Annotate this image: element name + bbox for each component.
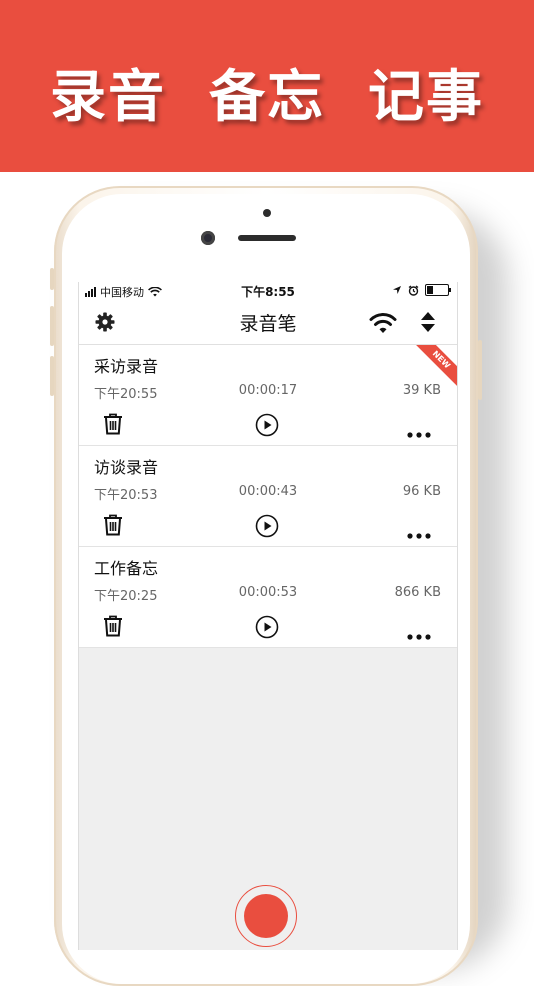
battery-icon: [425, 284, 451, 296]
play-icon: [255, 615, 279, 639]
recording-size: 866 KB: [394, 585, 441, 600]
app-screen: 中国移动 下午8:55 录音笔 采访录音 下午20:55 00:00:17 39…: [78, 282, 458, 950]
location-icon: [393, 286, 401, 294]
wifi-transfer-button[interactable]: [369, 312, 397, 338]
power-button: [478, 340, 482, 400]
recording-duration: 00:00:43: [238, 484, 298, 499]
list-item[interactable]: 采访录音 下午20:55 00:00:17 39 KB NEW: [79, 345, 457, 446]
play-button[interactable]: [255, 615, 279, 643]
wifi-icon: [369, 313, 397, 333]
more-icon: [407, 533, 431, 539]
front-camera: [201, 231, 215, 245]
more-button[interactable]: [407, 423, 431, 442]
trash-icon: [104, 514, 122, 536]
trash-icon: [104, 615, 122, 637]
play-icon: [255, 514, 279, 538]
play-button[interactable]: [255, 514, 279, 542]
volume-up-button: [50, 306, 54, 346]
record-button[interactable]: [244, 894, 288, 938]
play-button[interactable]: [255, 413, 279, 441]
mute-switch: [50, 268, 54, 290]
play-icon: [255, 413, 279, 437]
more-icon: [407, 634, 431, 640]
delete-button[interactable]: [103, 413, 123, 439]
more-button[interactable]: [407, 524, 431, 543]
recording-list: 采访录音 下午20:55 00:00:17 39 KB NEW 访谈录音 下午2…: [79, 345, 457, 648]
sort-button[interactable]: [419, 310, 437, 338]
list-item[interactable]: 工作备忘 下午20:25 00:00:53 866 KB: [79, 547, 457, 648]
page-title: 录音笔: [239, 313, 297, 335]
recording-duration: 00:00:17: [238, 383, 298, 398]
status-bar: 中国移动 下午8:55: [79, 282, 457, 300]
nav-bar: 录音笔: [79, 300, 457, 345]
sort-icon: [421, 312, 435, 332]
recording-title: 工作备忘: [94, 559, 159, 578]
recording-size: 39 KB: [402, 383, 441, 398]
more-icon: [407, 432, 431, 438]
trash-icon: [104, 413, 122, 435]
recording-title: 采访录音: [94, 357, 159, 376]
proximity-sensor: [263, 209, 271, 217]
earpiece-speaker: [238, 235, 296, 241]
promo-banner: 录音 备忘 记事: [0, 0, 534, 172]
recording-title: 访谈录音: [94, 458, 159, 477]
delete-button[interactable]: [103, 514, 123, 540]
more-button[interactable]: [407, 625, 431, 644]
list-item[interactable]: 访谈录音 下午20:53 00:00:43 96 KB: [79, 446, 457, 547]
recording-size: 96 KB: [402, 484, 441, 499]
delete-button[interactable]: [103, 615, 123, 641]
banner-title: 录音 备忘 记事: [50, 65, 484, 130]
volume-down-button: [50, 356, 54, 396]
alarm-icon: [408, 284, 419, 296]
